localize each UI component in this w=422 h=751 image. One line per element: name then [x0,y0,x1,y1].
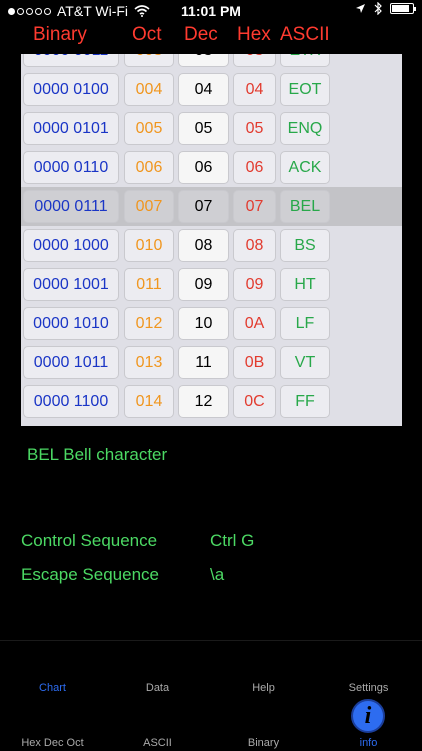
cell-oct[interactable]: 006 [124,151,174,184]
tab-info[interactable]: info [316,737,421,749]
cell-binary[interactable]: 0000 0101 [23,112,119,145]
cell-hex[interactable]: 0C [233,385,276,418]
cell-ascii[interactable]: HT [280,268,330,301]
character-description: BEL Bell character [27,445,168,464]
cell-oct[interactable]: 014 [124,385,174,418]
cell-binary[interactable]: 0000 1001 [23,268,119,301]
tab-settings[interactable]: Settings [316,682,421,694]
header-ascii: ASCII [280,24,330,45]
cell-hex[interactable]: 08 [233,229,276,262]
status-bar: AT&T Wi-Fi 11:01 PM [0,0,422,24]
cell-ascii[interactable]: BS [280,229,330,262]
cell-hex[interactable]: 09 [233,268,276,301]
cell-binary[interactable]: 0000 1100 [23,385,119,418]
cell-dec[interactable]: 10 [178,307,229,340]
tab-bar: Chart Data Help Settings Hex Dec Oct ASC… [0,640,422,751]
cell-dec[interactable]: 07 [178,190,229,223]
table-row[interactable]: 0000 1100 014 12 0C FF [21,382,402,421]
location-icon [356,4,365,13]
cell-oct[interactable]: 004 [124,73,174,106]
cell-hex[interactable]: 03 [233,54,276,67]
cell-dec[interactable]: 09 [178,268,229,301]
cell-dec[interactable]: 11 [178,346,229,379]
cell-hex[interactable]: 0A [233,307,276,340]
tab-help[interactable]: Help [211,682,316,694]
table-row-selected[interactable]: 0000 0111 007 07 07 BEL [21,187,402,226]
battery-icon [390,3,416,14]
table-row[interactable]: 0000 1001 011 09 09 HT [21,265,402,304]
cell-ascii[interactable]: ETX [280,54,330,67]
cell-dec[interactable]: 05 [178,112,229,145]
tab-chart[interactable]: Chart [0,682,105,694]
tab-data[interactable]: Data [105,682,210,694]
cell-ascii[interactable]: LF [280,307,330,340]
cell-binary[interactable]: 0000 0100 [23,73,119,106]
tab-ascii[interactable]: ASCII [105,737,210,749]
cell-ascii[interactable]: EOT [280,73,330,106]
cell-binary[interactable]: 0000 1011 [23,346,119,379]
table-row[interactable]: 0000 1010 012 10 0A LF [21,304,402,343]
cell-binary[interactable]: 0000 1010 [23,307,119,340]
info-icon[interactable]: i [351,699,385,733]
cell-dec[interactable]: 12 [178,385,229,418]
cell-oct[interactable]: 007 [124,190,174,223]
cell-ascii[interactable]: BEL [280,190,330,223]
cell-ascii[interactable]: FF [280,385,330,418]
cell-oct[interactable]: 013 [124,346,174,379]
cell-ascii[interactable]: ACK [280,151,330,184]
cell-dec[interactable]: 08 [178,229,229,262]
cell-oct[interactable]: 010 [124,229,174,262]
cell-hex[interactable]: 04 [233,73,276,106]
cell-oct[interactable]: 012 [124,307,174,340]
cell-binary[interactable]: 0000 0011 [23,54,119,67]
cell-dec[interactable]: 03 [178,54,229,67]
cell-hex[interactable]: 0B [233,346,276,379]
table-row[interactable]: 0000 0101 005 05 05 ENQ [21,109,402,148]
table-row[interactable]: 0000 0100 004 04 04 EOT [21,70,402,109]
control-sequence-label: Control Sequence [21,531,158,550]
cell-ascii[interactable]: ENQ [280,112,330,145]
header-dec: Dec [184,24,218,45]
bluetooth-icon [374,2,382,15]
tab-hex-dec-oct[interactable]: Hex Dec Oct [0,737,105,749]
cell-oct[interactable]: 011 [124,268,174,301]
cell-hex[interactable]: 05 [233,112,276,145]
cell-dec[interactable]: 04 [178,73,229,106]
table-row[interactable]: 0000 1000 010 08 08 BS [21,226,402,265]
escape-sequence-value: \a [210,565,225,584]
cell-oct[interactable]: 003 [124,54,174,67]
header-oct: Oct [132,24,162,45]
cell-ascii[interactable]: VT [280,346,330,379]
status-right [355,2,416,15]
cell-hex[interactable]: 07 [233,190,276,223]
control-sequence-value: Ctrl G [210,531,255,550]
cell-binary[interactable]: 0000 1000 [23,229,119,262]
escape-sequence-label: Escape Sequence [21,565,159,584]
ascii-table[interactable]: 0000 0011 003 03 03 ETX 0000 0100 004 04… [21,54,402,426]
cell-binary[interactable]: 0000 0111 [23,190,119,223]
header-hex: Hex [237,24,271,45]
cell-hex[interactable]: 06 [233,151,276,184]
table-row[interactable]: 0000 0011 003 03 03 ETX [21,54,402,70]
tab-binary[interactable]: Binary [211,737,316,749]
cell-dec[interactable]: 06 [178,151,229,184]
table-row[interactable]: 0000 0110 006 06 06 ACK [21,148,402,187]
cell-oct[interactable]: 005 [124,112,174,145]
column-headers: Binary Oct Dec Hex ASCII [0,22,422,50]
table-row[interactable]: 0000 1011 013 11 0B VT [21,343,402,382]
header-binary: Binary [33,24,87,45]
cell-binary[interactable]: 0000 0110 [23,151,119,184]
